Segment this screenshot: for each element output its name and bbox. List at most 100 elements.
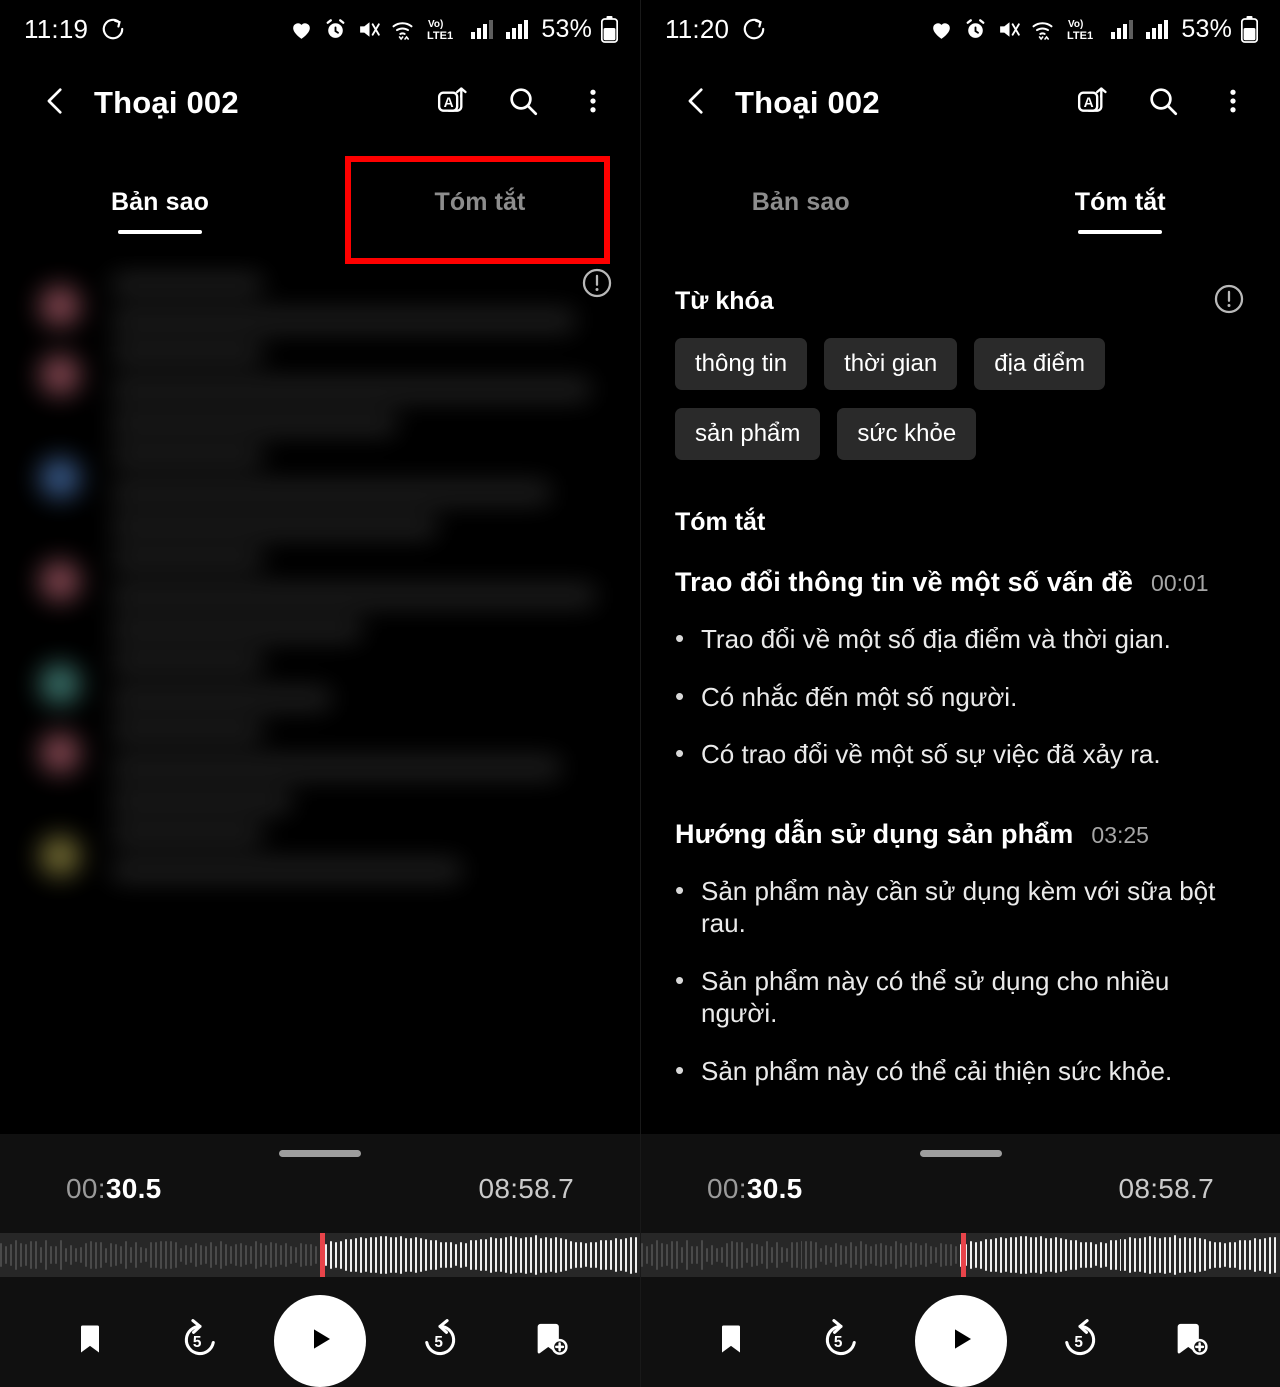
bookmark-button[interactable] xyxy=(54,1305,126,1377)
page-title: Thoại 002 xyxy=(735,85,880,120)
summary-topic: Trao đổi thông tin về một số vấn đề 00:0… xyxy=(675,567,1246,771)
blurred-transcript-content xyxy=(0,256,640,1134)
waveform-scrubber[interactable] xyxy=(0,1233,640,1277)
heart-icon xyxy=(929,17,954,42)
forward-5-button[interactable]: 5 xyxy=(404,1305,476,1377)
bullet-text: Sản phẩm này có thể cải thiện sức khỏe. xyxy=(701,1055,1173,1086)
playback-controls: 5 5 xyxy=(641,1277,1280,1387)
battery-icon xyxy=(601,15,618,43)
svg-text:5: 5 xyxy=(834,1334,843,1351)
forward-5-icon: 5 xyxy=(419,1318,461,1365)
topic-bullet-list: • Trao đổi về một số địa điểm và thời gi… xyxy=(675,623,1246,771)
playhead-marker[interactable] xyxy=(320,1233,325,1277)
waveform-scrubber[interactable] xyxy=(641,1233,1280,1277)
search-icon xyxy=(506,84,540,123)
bullet-text: Trao đổi về một số địa điểm và thời gian… xyxy=(701,624,1171,654)
wifi-icon xyxy=(391,17,417,42)
list-item: • Có nhắc đến một số người. xyxy=(675,681,1246,714)
back-button[interactable] xyxy=(675,81,719,125)
more-options-icon xyxy=(1218,86,1248,121)
bookmark-icon xyxy=(713,1321,749,1362)
keyword-chip[interactable]: sức khỏe xyxy=(837,408,977,460)
bookmark-button[interactable] xyxy=(695,1305,767,1377)
bookmark-icon xyxy=(72,1321,108,1362)
phone-screen-left: 11:19 Vo) LTE1 53% Thoại 002 A Bản sao T… xyxy=(0,0,640,1387)
summary-panel[interactable]: Từ khóa thông tin thời gian địa điểm sản… xyxy=(641,256,1280,1134)
current-time-label: 00:30.5 xyxy=(707,1173,803,1205)
signal-sim2-icon xyxy=(504,17,530,41)
more-options-button[interactable] xyxy=(1210,80,1256,126)
play-icon xyxy=(945,1323,977,1360)
svg-text:Vo): Vo) xyxy=(428,19,443,30)
svg-text:Vo): Vo) xyxy=(1068,19,1083,30)
svg-text:5: 5 xyxy=(1075,1334,1084,1351)
current-time-seconds: 30.5 xyxy=(746,1173,803,1204)
status-bar-right: 11:20 Vo) LTE1 53% xyxy=(641,0,1280,58)
back-chevron-icon xyxy=(680,84,714,123)
bullet-point-icon: • xyxy=(675,964,685,995)
search-button[interactable] xyxy=(500,80,546,126)
add-bookmark-button[interactable] xyxy=(1154,1305,1226,1377)
list-item: • Có trao đổi về một số sự việc đã xảy r… xyxy=(675,738,1246,771)
tab-ban-sao[interactable]: Bản sao xyxy=(641,148,961,256)
translate-icon: A xyxy=(1075,83,1111,124)
total-time-label: 08:58.7 xyxy=(478,1173,574,1204)
list-item xyxy=(32,654,610,709)
list-item xyxy=(32,551,610,640)
volte-lte1-icon: Vo) LTE1 xyxy=(426,16,460,42)
tab-tom-tat[interactable]: Tóm tắt xyxy=(320,148,640,256)
play-button[interactable] xyxy=(274,1295,366,1387)
tab-tom-tat[interactable]: Tóm tắt xyxy=(961,148,1280,256)
bullet-text: Sản phẩm này cần sử dụng kèm với sữa bột… xyxy=(701,875,1216,939)
search-button[interactable] xyxy=(1140,80,1186,126)
svg-text:A: A xyxy=(444,94,454,110)
tab-bar-left: Bản sao Tóm tắt xyxy=(0,148,640,264)
topic-title: Trao đổi thông tin về một số vấn đề xyxy=(675,567,1134,597)
keyword-chip[interactable]: sản phẩm xyxy=(675,408,821,460)
tab-ban-sao[interactable]: Bản sao xyxy=(0,148,320,256)
topic-timestamp[interactable]: 03:25 xyxy=(1091,822,1149,849)
list-item xyxy=(32,826,610,881)
svg-text:LTE1: LTE1 xyxy=(1067,30,1093,42)
add-bookmark-button[interactable] xyxy=(514,1305,586,1377)
drag-handle[interactable] xyxy=(279,1150,361,1157)
app-bar-left: Thoại 002 A xyxy=(0,58,640,148)
transcript-panel[interactable] xyxy=(0,256,640,1134)
volte-lte1-icon: Vo) LTE1 xyxy=(1066,16,1100,42)
tab-label: Bản sao xyxy=(751,187,850,216)
list-item xyxy=(32,448,610,537)
signal-sim1-icon xyxy=(1109,17,1135,41)
rewind-5-icon: 5 xyxy=(820,1318,862,1365)
play-button[interactable] xyxy=(914,1295,1007,1387)
translate-button[interactable]: A xyxy=(430,80,476,126)
current-time-minutes: 00: xyxy=(707,1173,747,1204)
total-time-label: 08:58.7 xyxy=(1118,1173,1214,1204)
list-item: • Trao đổi về một số địa điểm và thời gi… xyxy=(675,623,1246,656)
list-item: • Sản phẩm này có thể cải thiện sức khỏe… xyxy=(675,1055,1246,1088)
topic-timestamp[interactable]: 00:01 xyxy=(1151,570,1209,597)
bullet-point-icon: • xyxy=(675,680,685,711)
playhead-marker[interactable] xyxy=(961,1233,966,1277)
rewind-5-button[interactable]: 5 xyxy=(164,1305,236,1377)
list-item xyxy=(32,345,610,434)
add-bookmark-icon xyxy=(531,1320,569,1363)
svg-text:5: 5 xyxy=(193,1334,202,1351)
keyword-chip[interactable]: thời gian xyxy=(824,338,958,390)
wifi-icon xyxy=(1031,17,1057,42)
rewind-5-icon: 5 xyxy=(179,1318,221,1365)
bullet-point-icon: • xyxy=(675,738,685,768)
bullet-point-icon: • xyxy=(675,874,685,905)
back-button[interactable] xyxy=(34,81,78,125)
rewind-5-button[interactable]: 5 xyxy=(805,1305,877,1377)
forward-5-button[interactable]: 5 xyxy=(1044,1305,1116,1377)
tab-active-underline xyxy=(118,230,202,234)
info-exclamation-icon[interactable] xyxy=(1212,282,1246,321)
heart-icon xyxy=(289,17,314,42)
keyword-chip[interactable]: địa điểm xyxy=(974,338,1105,390)
audio-player-right: 00:30.5 08:58.7 5 5 xyxy=(641,1134,1280,1387)
keyword-chip[interactable]: thông tin xyxy=(675,338,808,390)
more-options-button[interactable] xyxy=(570,80,616,126)
translate-button[interactable]: A xyxy=(1070,80,1116,126)
drag-handle[interactable] xyxy=(919,1150,1002,1157)
alarm-icon xyxy=(323,17,348,42)
